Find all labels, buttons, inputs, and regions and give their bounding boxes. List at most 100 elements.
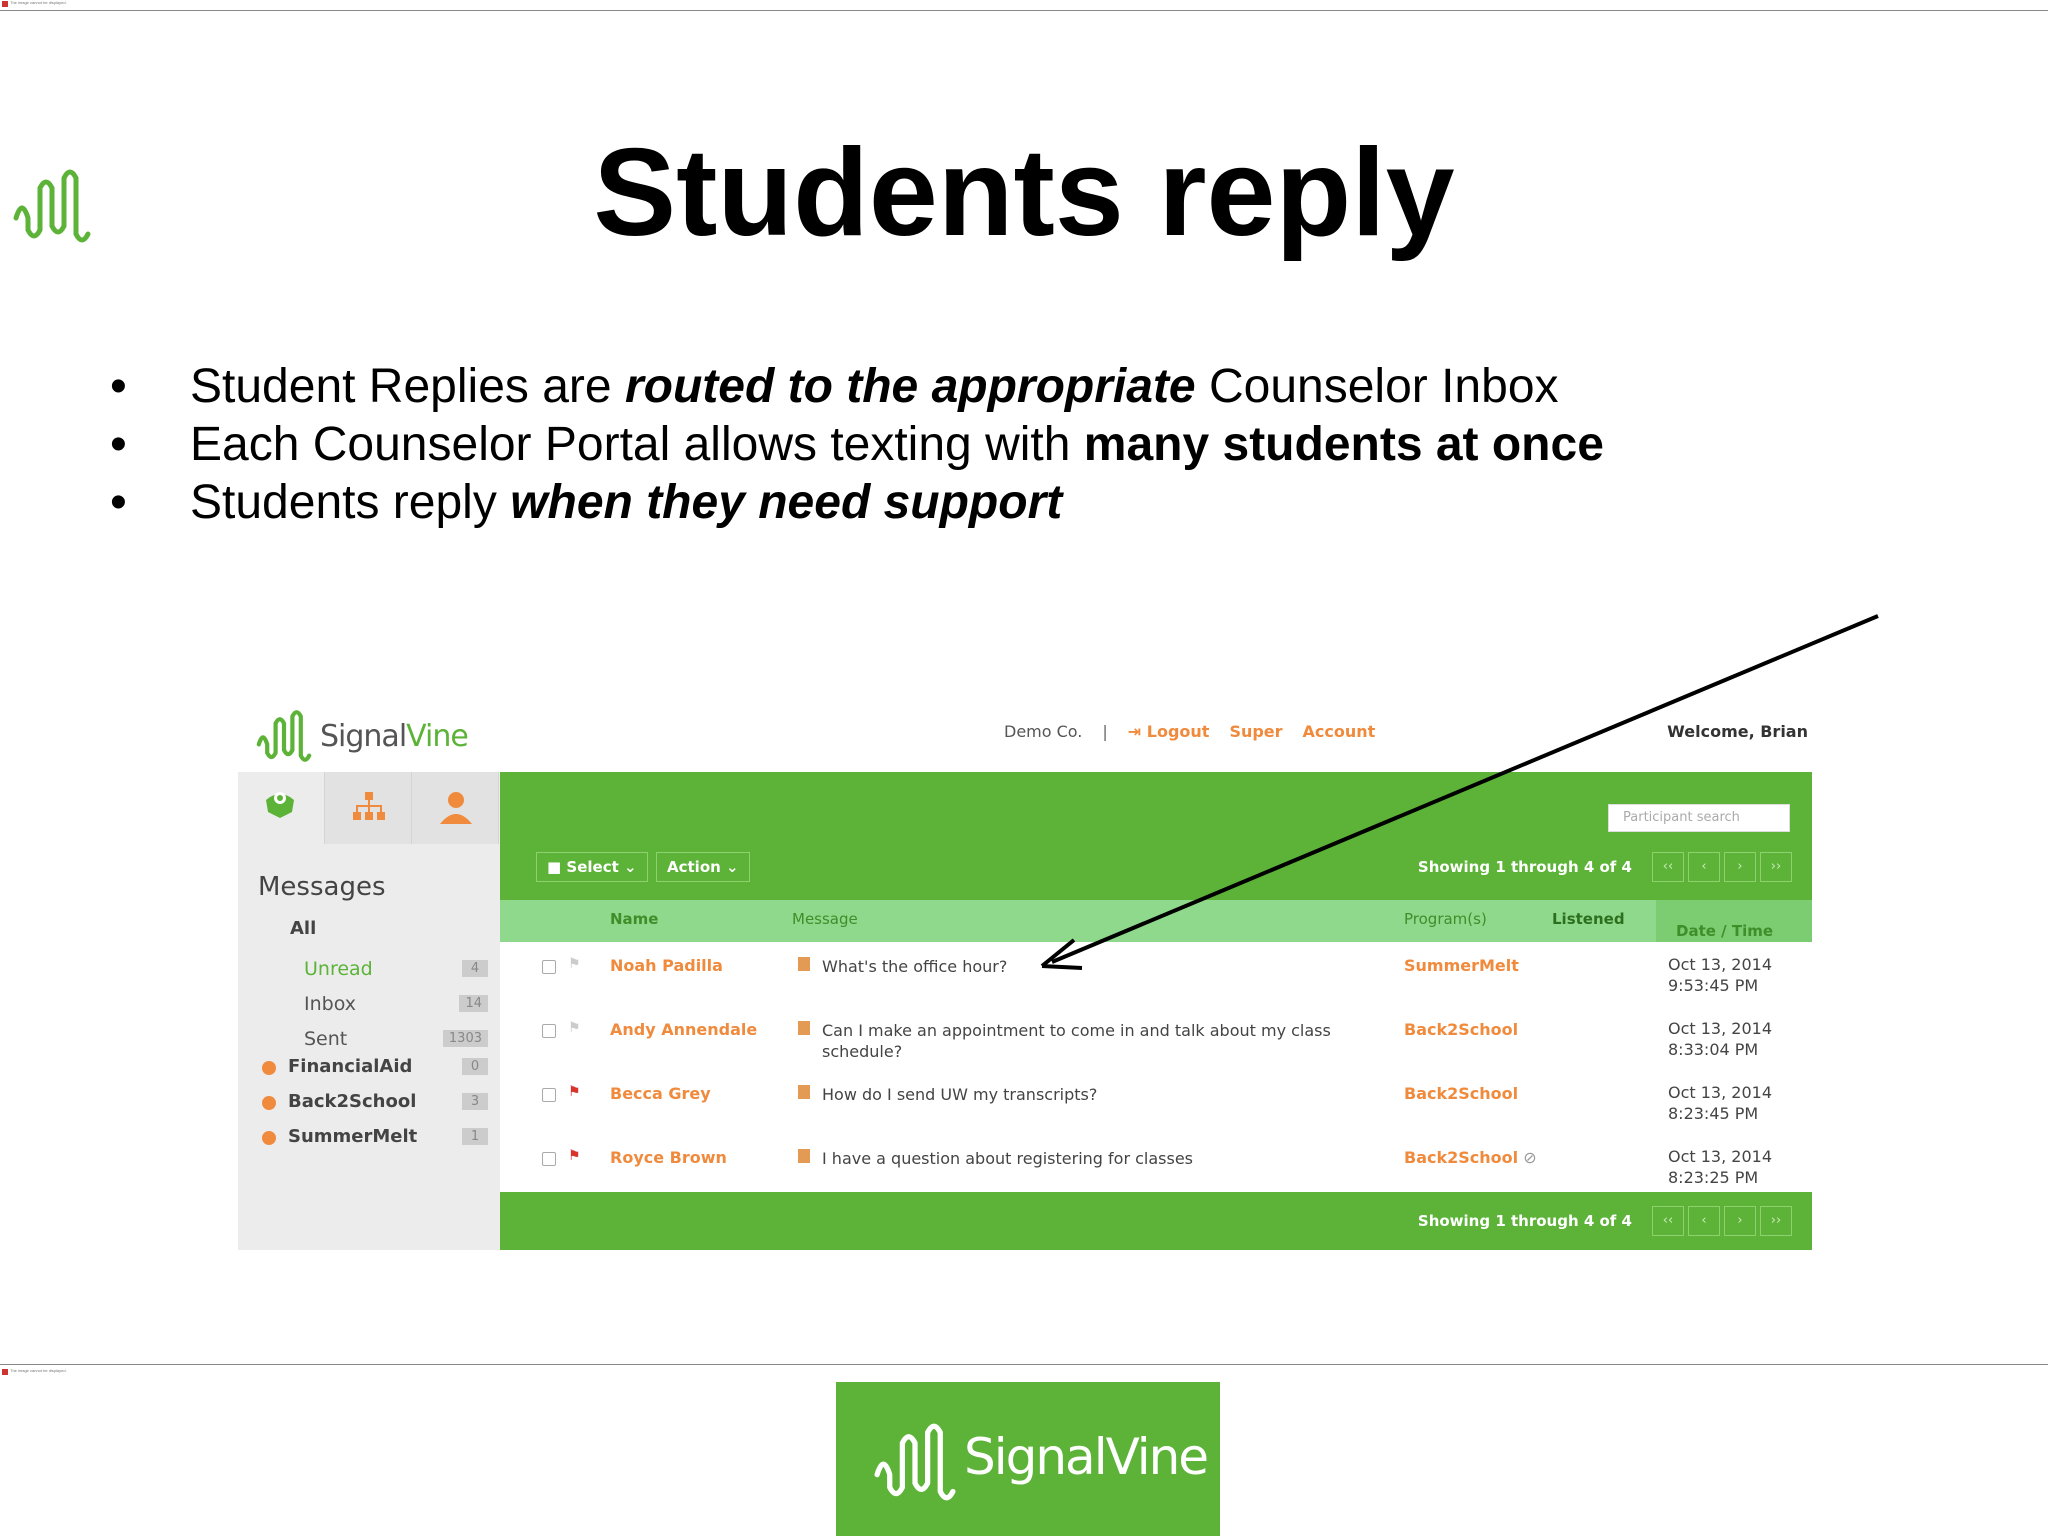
row-checkbox[interactable] <box>542 960 556 974</box>
program-dot-icon <box>262 1096 276 1110</box>
first-page-button[interactable]: ‹‹ <box>1652 1206 1684 1236</box>
message-text[interactable]: What's the office hour? <box>822 956 1342 977</box>
participant-search-input[interactable]: Participant search <box>1608 804 1790 832</box>
program-name[interactable]: Back2School ⊘ <box>1404 1148 1537 1167</box>
table-row[interactable]: ⚑ Royce Brown I have a question about re… <box>500 1134 1812 1199</box>
chat-bubble-icon <box>266 792 294 818</box>
tab-messages[interactable] <box>238 772 325 844</box>
super-link[interactable]: Super <box>1229 722 1282 741</box>
pagination-controls: ‹‹ ‹ › ›› <box>1652 1206 1792 1236</box>
first-page-button[interactable]: ‹‹ <box>1652 852 1684 882</box>
broken-image-text: The image cannot be displayed. <box>10 1368 67 1373</box>
program-dot-icon <box>262 1061 276 1075</box>
program-dot-icon <box>262 1131 276 1145</box>
column-header-listened[interactable]: Listened <box>1552 910 1625 928</box>
sidebar-item-financialaid[interactable]: FinancialAid 0 <box>238 1056 500 1082</box>
program-name[interactable]: Back2School <box>1404 1084 1518 1103</box>
sidebar-item-inbox[interactable]: Inbox 14 <box>238 993 500 1019</box>
pagination-status: Showing 1 through 4 of 4 <box>1417 1212 1632 1230</box>
flag-icon[interactable]: ⚑ <box>568 1148 581 1164</box>
slide-title: Students reply <box>593 124 1455 262</box>
participant-name[interactable]: Andy Annendale <box>610 1020 757 1039</box>
action-dropdown-button[interactable]: Action ⌄ <box>656 852 750 882</box>
program-name[interactable]: SummerMelt <box>1404 956 1519 975</box>
broken-image-text: The image cannot be displayed. <box>10 0 67 5</box>
flag-icon[interactable]: ⚑ <box>568 1020 581 1036</box>
bullet-item: • Students reply when they need support <box>110 476 1063 529</box>
count-badge: 4 <box>462 960 488 977</box>
signalvine-wave-icon <box>256 710 312 762</box>
sidebar: Messages All Unread 4 Inbox 14 Sent 1303… <box>238 772 500 1250</box>
message-book-icon <box>798 1021 810 1035</box>
table-row[interactable]: ⚑ Andy Annendale Can I make an appointme… <box>500 1006 1812 1071</box>
row-checkbox[interactable] <box>542 1152 556 1166</box>
sidebar-item-back2school[interactable]: Back2School 3 <box>238 1091 500 1117</box>
row-checkbox[interactable] <box>542 1024 556 1038</box>
message-datetime: Oct 13, 2014 8:33:04 PM <box>1668 1019 1772 1059</box>
column-header-message[interactable]: Message <box>792 910 858 928</box>
org-chart-icon <box>353 792 385 820</box>
signalvine-wave-icon <box>874 1423 956 1501</box>
user-icon <box>440 792 472 824</box>
app-logo[interactable]: SignalVine <box>256 708 469 764</box>
flag-icon[interactable]: ⚑ <box>568 956 581 972</box>
message-book-icon <box>798 1085 810 1099</box>
bullet-item: • Student Replies are routed to the appro… <box>110 360 1559 413</box>
message-book-icon <box>798 957 810 971</box>
count-badge: 1 <box>462 1128 488 1145</box>
prev-page-button[interactable]: ‹ <box>1688 852 1720 882</box>
top-nav: Demo Co. | ⇥ Logout Super Account <box>1004 722 1375 741</box>
message-datetime: Oct 13, 2014 8:23:25 PM <box>1668 1147 1772 1187</box>
sidebar-item-unread[interactable]: Unread 4 <box>238 958 500 984</box>
next-page-button[interactable]: › <box>1724 852 1756 882</box>
participant-name[interactable]: Becca Grey <box>610 1084 711 1103</box>
prev-page-button[interactable]: ‹ <box>1688 1206 1720 1236</box>
sidebar-item-all[interactable]: All <box>290 918 316 939</box>
bullet-list: • Student Replies are routed to the appro… <box>110 358 1604 532</box>
chevron-down-icon: ⌄ <box>624 858 637 876</box>
broken-image-bar-top: The image cannot be displayed. <box>0 0 2048 11</box>
bullet-item: • Each Counselor Portal allows texting wi… <box>110 418 1604 471</box>
message-text[interactable]: How do I send UW my transcripts? <box>822 1084 1342 1105</box>
footer-wordmark: SignalVine <box>964 1428 1209 1486</box>
row-checkbox[interactable] <box>542 1088 556 1102</box>
program-name[interactable]: Back2School <box>1404 1020 1518 1039</box>
broken-image-icon <box>2 1 8 7</box>
panel-toolbar: Participant search ■ Select ⌄ Action ⌄ S… <box>500 772 1812 900</box>
message-panel: Participant search ■ Select ⌄ Action ⌄ S… <box>500 772 1812 1250</box>
participant-name[interactable]: Noah Padilla <box>610 956 723 975</box>
message-text[interactable]: I have a question about registering for … <box>822 1148 1342 1169</box>
last-page-button[interactable]: ›› <box>1760 852 1792 882</box>
column-header-programs[interactable]: Program(s) <box>1404 910 1487 928</box>
sidebar-item-sent[interactable]: Sent 1303 <box>238 1028 500 1054</box>
next-page-button[interactable]: › <box>1724 1206 1756 1236</box>
select-dropdown-button[interactable]: ■ Select ⌄ <box>536 852 648 882</box>
tab-participants[interactable] <box>412 772 499 844</box>
account-link[interactable]: Account <box>1303 722 1376 741</box>
app-screenshot: SignalVine Demo Co. | ⇥ Logout Super Acc… <box>236 690 1812 1250</box>
logout-icon: ⇥ <box>1127 722 1142 741</box>
flag-icon[interactable]: ⚑ <box>568 1084 581 1100</box>
org-name: Demo Co. <box>1004 722 1083 741</box>
sidebar-tabs <box>238 772 500 844</box>
count-badge: 14 <box>459 995 488 1012</box>
count-badge: 0 <box>462 1058 488 1075</box>
column-header-datetime[interactable]: Date / Time ⌃ <box>1656 900 1812 942</box>
listened-check-icon: ⊘ <box>1518 1148 1537 1167</box>
brand-wordmark: SignalVine <box>320 718 469 754</box>
sidebar-title: Messages <box>258 872 386 902</box>
column-header-name[interactable]: Name <box>610 910 658 928</box>
participant-name[interactable]: Royce Brown <box>610 1148 727 1167</box>
broken-image-icon <box>2 1369 8 1375</box>
last-page-button[interactable]: ›› <box>1760 1206 1792 1236</box>
table-row[interactable]: ⚑ Noah Padilla What's the office hour? S… <box>500 942 1812 1007</box>
pagination-status: Showing 1 through 4 of 4 <box>1417 858 1632 876</box>
sidebar-item-summermelt[interactable]: SummerMelt 1 <box>238 1126 500 1152</box>
message-text[interactable]: Can I make an appointment to come in and… <box>822 1020 1342 1062</box>
logout-link[interactable]: ⇥ Logout <box>1128 722 1210 741</box>
message-datetime: Oct 13, 2014 9:53:45 PM <box>1668 955 1772 995</box>
table-row[interactable]: ⚑ Becca Grey How do I send UW my transcr… <box>500 1070 1812 1135</box>
count-badge: 3 <box>462 1093 488 1110</box>
panel-footer: Showing 1 through 4 of 4 ‹‹ ‹ › ›› <box>500 1192 1812 1250</box>
tab-programs[interactable] <box>325 772 412 844</box>
